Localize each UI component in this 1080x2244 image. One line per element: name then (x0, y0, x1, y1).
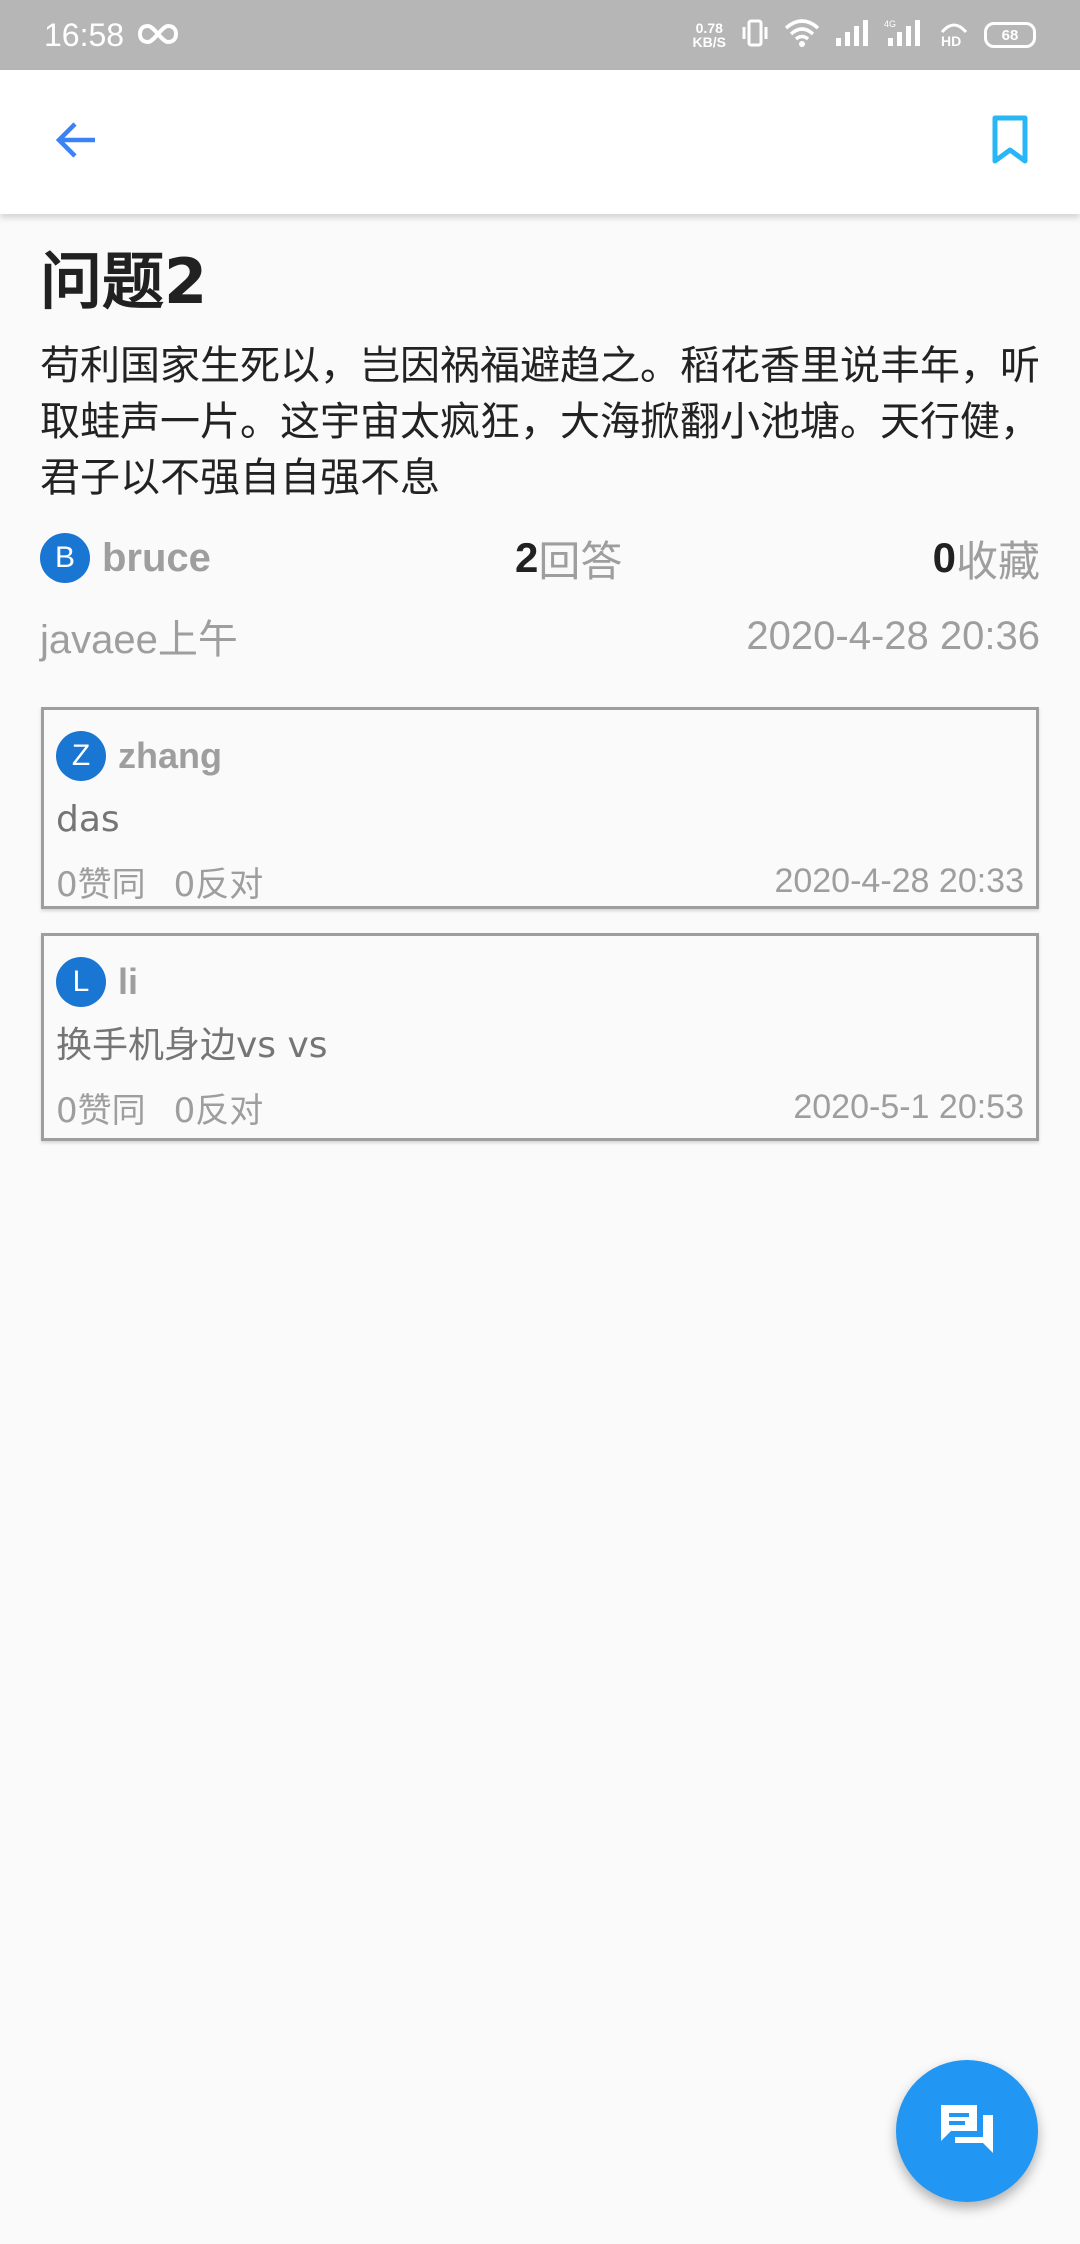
status-left: 16:58 (44, 16, 179, 54)
answer-votes: 0赞同 0反对 (56, 1083, 263, 1132)
net-speed: 0.78 KB/S (693, 21, 726, 49)
infinity-icon (138, 17, 179, 54)
oppose-count[interactable]: 0反对 (174, 1083, 264, 1132)
signal-icon (834, 18, 870, 52)
svg-text:4G: 4G (884, 19, 896, 29)
bookmark-icon (990, 115, 1030, 169)
answer-time: 2020-4-28 20:33 (774, 861, 1024, 900)
answer-username: zhang (118, 735, 222, 776)
arrow-left-icon (53, 117, 99, 167)
answer-content: 换手机身边vs vs (56, 1025, 328, 1066)
signal-4g-icon: 4G (884, 18, 924, 52)
back-button[interactable] (44, 110, 108, 174)
question-meta-row: B bruce 2 回答 0 收藏 (40, 528, 1040, 588)
question-sub-row: javaee上午 2020-4-28 20:36 (40, 606, 1040, 666)
status-time: 16:58 (44, 16, 125, 53)
status-bar: 16:58 0.78 KB/S 4G HD 68 (0, 0, 1080, 70)
wifi-icon (784, 18, 820, 52)
favorite-count: 0 (932, 534, 956, 581)
answer-votes: 0赞同 0反对 (56, 857, 263, 906)
net-speed-value: 0.78 (695, 20, 723, 36)
answer-footer: 0赞同 0反对 2020-5-1 20:53 (56, 1074, 1024, 1140)
bookmark-button[interactable] (978, 110, 1042, 174)
answer-avatar: Z (56, 731, 106, 781)
answer-header: L li (56, 946, 1024, 1018)
app-bar (0, 70, 1080, 214)
vibrate-icon (740, 18, 770, 52)
agree-count[interactable]: 0赞同 (56, 1083, 146, 1132)
answer-avatar: L (56, 957, 106, 1007)
agree-count[interactable]: 0赞同 (56, 857, 146, 906)
question-content: 苟利国家生死以，岂因祸福避趋之。稻花香里说丰年，听取蛙声一片。这宇宙太疯狂，大海… (40, 343, 1040, 501)
svg-text:HD: HD (941, 33, 961, 48)
answer-card[interactable]: Z zhang das 0赞同 0反对 2020-4-28 20:33 (41, 707, 1039, 909)
question-time: 2020-4-28 20:36 (746, 613, 1040, 658)
favorite-label: 收藏 (955, 536, 1040, 586)
battery-indicator: 68 (984, 22, 1036, 48)
answer-label: 回答 (538, 536, 623, 586)
answer-count-stat: 2 回答 (515, 528, 622, 588)
question-category: javaee上午 (40, 618, 238, 662)
answer-card[interactable]: L li 换手机身边vs vs 0赞同 0反对 2020-5-1 20:53 (41, 933, 1039, 1141)
hd-icon: HD (938, 18, 970, 52)
net-speed-unit: KB/S (692, 34, 726, 50)
oppose-count[interactable]: 0反对 (174, 857, 264, 906)
forum-icon (937, 2101, 997, 2161)
answer-count: 2 (515, 534, 539, 581)
question-section: 问题2 苟利国家生死以，岂因祸福避趋之。稻花香里说丰年，听取蛙声一片。这宇宙太疯… (40, 240, 1040, 506)
answer-username: li (118, 961, 139, 1002)
answer-fab-button[interactable] (896, 2060, 1038, 2202)
answer-content: das (56, 799, 120, 840)
answer-time: 2020-5-1 20:53 (793, 1087, 1024, 1126)
favorite-count-stat: 0 收藏 (933, 528, 1040, 588)
author-name[interactable]: bruce (102, 536, 211, 581)
question-title: 问题2 (40, 245, 208, 318)
answer-footer: 0赞同 0反对 2020-4-28 20:33 (56, 848, 1024, 914)
status-right: 0.78 KB/S 4G HD 68 (693, 18, 1036, 52)
answer-header: Z zhang (56, 720, 1024, 792)
author-avatar[interactable]: B (40, 533, 90, 583)
